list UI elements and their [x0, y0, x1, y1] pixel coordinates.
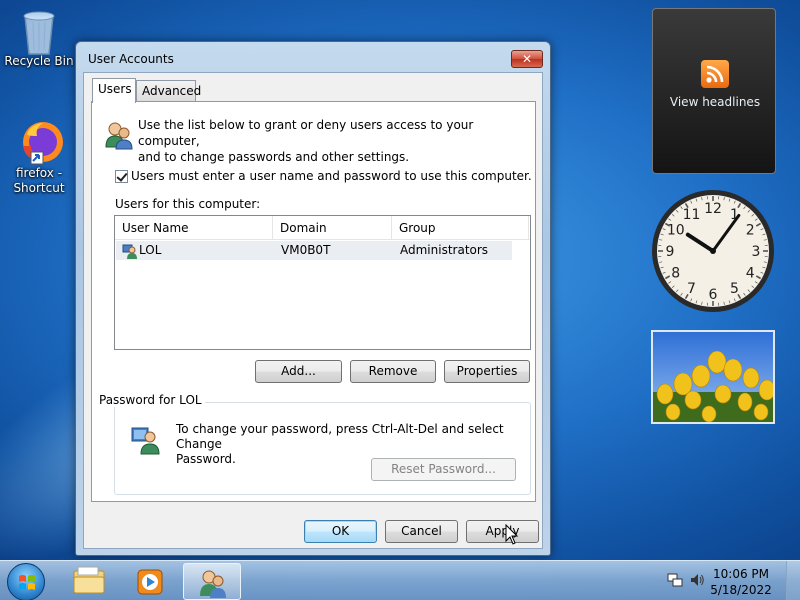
row-group: Administrators — [400, 243, 489, 257]
row-domain: VM0B0T — [281, 243, 331, 257]
close-button[interactable]: ✕ — [511, 50, 543, 68]
volume-icon[interactable] — [689, 572, 705, 588]
column-header-domain[interactable]: Domain — [273, 216, 392, 240]
user-accounts-window[interactable]: User Accounts ✕ Users Advanced Use the l… — [75, 41, 551, 556]
media-player-icon — [137, 569, 163, 595]
password-group-title: Password for LOL — [96, 393, 205, 407]
windows-explorer-icon — [73, 566, 105, 594]
table-row[interactable]: LOL VM0B0T Administrators — [116, 241, 512, 260]
user-accounts-icon — [200, 570, 226, 598]
clock-number: 9 — [666, 244, 675, 260]
require-login-checkbox[interactable] — [115, 170, 128, 183]
clock-gadget[interactable]: 12 1 2 3 4 5 6 7 8 9 10 11 — [650, 188, 776, 314]
close-icon: ✕ — [521, 52, 533, 66]
window-title: User Accounts — [88, 52, 174, 66]
clock-number: 2 — [746, 223, 755, 239]
apply-button[interactable]: Apply — [466, 520, 539, 543]
users-list-label: Users for this computer: — [115, 197, 261, 211]
taskbar-clock[interactable]: 10:06 PM 5/18/2022 — [706, 566, 776, 598]
cancel-button[interactable]: Cancel — [385, 520, 458, 543]
tab-users[interactable]: Users — [92, 78, 136, 103]
user-row-icon — [122, 243, 138, 259]
properties-button[interactable]: Properties — [444, 360, 530, 383]
start-button[interactable] — [7, 563, 45, 600]
remove-user-button[interactable]: Remove — [350, 360, 436, 383]
user-password-icon — [130, 424, 162, 456]
tab-advanced[interactable]: Advanced — [136, 80, 201, 102]
column-header-user-name[interactable]: User Name — [115, 216, 273, 240]
desktop-icon-firefox-shortcut[interactable]: firefox - Shortcut — [4, 120, 74, 196]
users-icon — [103, 119, 135, 151]
mouse-pointer-icon — [505, 523, 519, 546]
users-tab-panel: Use the list below to grant or deny user… — [91, 101, 536, 502]
require-login-label[interactable]: Users must enter a user name and passwor… — [131, 168, 532, 184]
clock-date: 5/18/2022 — [710, 583, 772, 597]
taskbar: 10:06 PM 5/18/2022 — [0, 560, 800, 600]
clock-number: 12 — [704, 201, 722, 217]
clock-number: 11 — [683, 207, 701, 223]
desktop-icon-label: firefox - Shortcut — [13, 166, 65, 195]
clock-number: 10 — [667, 223, 685, 239]
column-header-group[interactable]: Group — [392, 216, 529, 240]
rss-feed-icon — [701, 60, 729, 88]
ok-button[interactable]: OK — [304, 520, 377, 543]
intro-text: Use the list below to grant or deny user… — [138, 118, 474, 164]
users-list-header: User Name Domain Group — [115, 216, 530, 240]
users-list[interactable]: User Name Domain Group LOL VM0B0T Admini… — [114, 215, 531, 350]
clock-number: 8 — [671, 266, 680, 282]
network-icon[interactable] — [667, 572, 683, 588]
desktop-icon-label: Recycle Bin — [4, 54, 74, 68]
recycle-bin-icon — [17, 8, 61, 55]
clock-number: 6 — [709, 287, 718, 303]
firefox-icon — [17, 120, 63, 165]
clock-number: 4 — [746, 266, 755, 282]
window-client-area: Users Advanced Use the list below to gra… — [83, 72, 543, 549]
row-user-name: LOL — [139, 243, 162, 257]
taskbar-user-accounts[interactable] — [183, 563, 241, 600]
add-user-button[interactable]: Add... — [255, 360, 342, 383]
slideshow-gadget[interactable] — [651, 330, 775, 424]
desktop-icon-recycle-bin[interactable]: Recycle Bin — [4, 8, 74, 69]
clock-number: 3 — [752, 244, 761, 260]
tulips-photo — [653, 332, 773, 422]
view-headlines-label[interactable]: View headlines — [653, 95, 777, 109]
taskbar-windows-explorer[interactable] — [60, 563, 118, 600]
show-desktop-button[interactable] — [786, 561, 800, 600]
windows-logo-icon — [19, 575, 35, 590]
taskbar-media-player[interactable] — [121, 563, 179, 600]
feed-headlines-gadget[interactable]: View headlines — [652, 8, 776, 174]
reset-password-button[interactable]: Reset Password... — [371, 458, 516, 481]
clock-time: 10:06 PM — [713, 567, 769, 581]
